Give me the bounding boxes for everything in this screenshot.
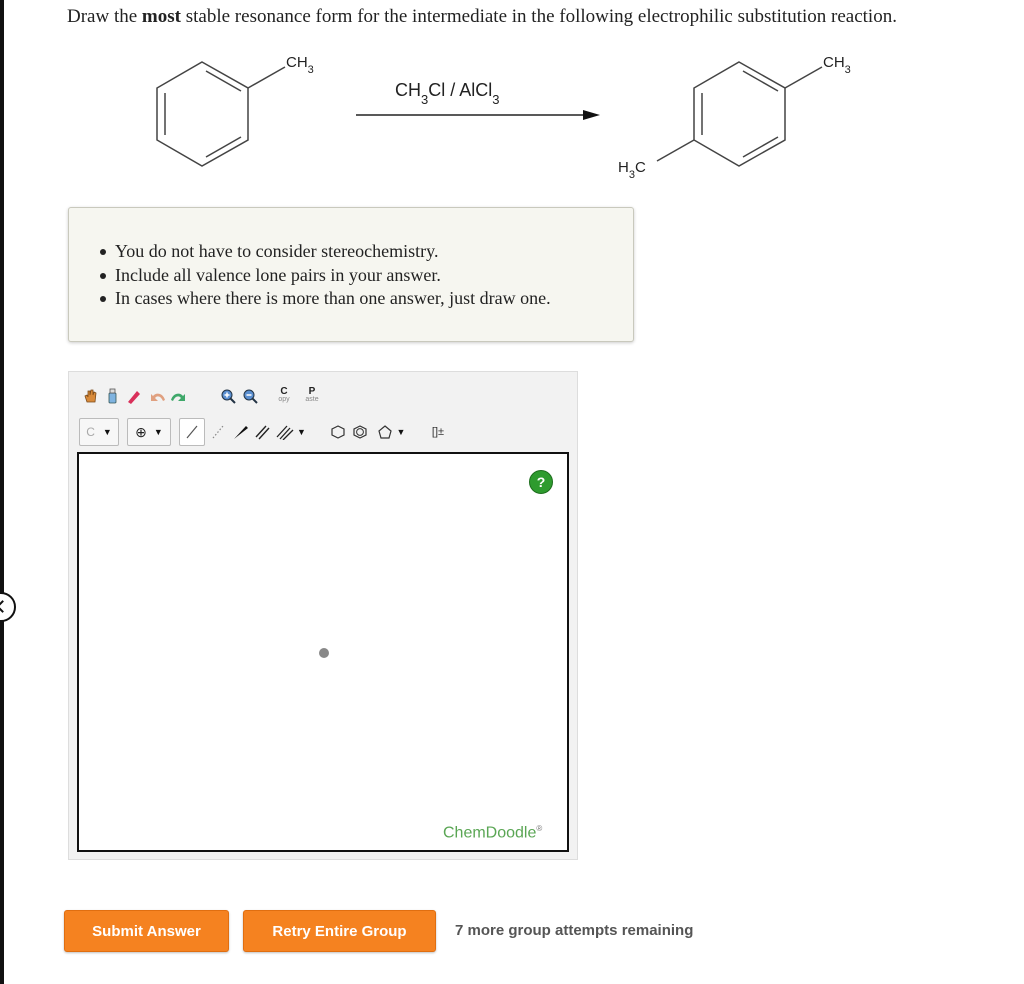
charge-select[interactable]: ⊕ ▼ bbox=[127, 418, 171, 446]
zoom-out-icon[interactable] bbox=[239, 382, 261, 410]
collapse-arrow-icon[interactable] bbox=[0, 592, 16, 622]
bracket-button[interactable]: []± bbox=[423, 418, 453, 446]
submit-answer-button[interactable]: Submit Answer bbox=[64, 910, 229, 952]
chemdoodle-logo: ChemDoodle® bbox=[443, 824, 543, 842]
zoom-in-icon[interactable] bbox=[217, 382, 239, 410]
product-xylene bbox=[656, 61, 823, 167]
double-bond-icon[interactable] bbox=[251, 418, 273, 446]
reaction-scheme: CH3 CH3Cl / AlCl3 CH3 H3C bbox=[156, 54, 851, 181]
instructions-box: You do not have to consider stereochemis… bbox=[68, 207, 634, 342]
redo-icon[interactable] bbox=[167, 382, 189, 410]
paste-button[interactable]: Paste bbox=[301, 382, 323, 410]
cursor-dot bbox=[319, 648, 329, 658]
reactant-methyl-label: CH3 bbox=[286, 54, 314, 76]
attempts-remaining: 7 more group attempts remaining bbox=[455, 922, 694, 939]
cyclohexane-icon[interactable] bbox=[327, 418, 349, 446]
instruction-item: You do not have to consider stereochemis… bbox=[100, 240, 551, 264]
clear-bottle-icon[interactable] bbox=[101, 382, 123, 410]
benzene-icon[interactable] bbox=[349, 418, 371, 446]
drawing-canvas[interactable]: ? ChemDoodle® bbox=[77, 452, 569, 852]
undo-icon[interactable] bbox=[147, 382, 169, 410]
eraser-icon[interactable] bbox=[123, 382, 145, 410]
triple-bond-select[interactable]: ▼ bbox=[273, 418, 309, 446]
element-select[interactable]: C ▼ bbox=[79, 418, 119, 446]
cyclopentane-select[interactable]: ▼ bbox=[371, 418, 411, 446]
wedge-bond-icon[interactable] bbox=[229, 418, 251, 446]
product-methyl-bottom-label: H3C bbox=[618, 159, 646, 181]
copy-button[interactable]: Copy bbox=[273, 382, 295, 410]
question-text: Draw the most stable resonance form for … bbox=[67, 6, 897, 27]
reagents-label: CH3Cl / AlCl3 bbox=[395, 80, 499, 107]
dashed-bond-icon[interactable] bbox=[207, 418, 229, 446]
instruction-item: Include all valence lone pairs in your a… bbox=[100, 264, 551, 288]
single-bond-button[interactable] bbox=[179, 418, 205, 446]
product-methyl-top-label: CH3 bbox=[823, 54, 851, 76]
reactant-toluene bbox=[156, 61, 286, 167]
retry-group-button[interactable]: Retry Entire Group bbox=[243, 910, 436, 952]
instructions-list: You do not have to consider stereochemis… bbox=[100, 240, 551, 311]
pan-hand-icon[interactable] bbox=[79, 382, 101, 410]
chemdoodle-editor: Copy Paste C ▼ ⊕ ▼ ▼ ▼ []± ? ChemDoodle® bbox=[68, 371, 578, 860]
reaction-arrow-head bbox=[583, 110, 600, 120]
help-button[interactable]: ? bbox=[529, 470, 553, 494]
instruction-item: In cases where there is more than one an… bbox=[100, 287, 551, 311]
question-emphasis: most bbox=[141, 6, 181, 27]
